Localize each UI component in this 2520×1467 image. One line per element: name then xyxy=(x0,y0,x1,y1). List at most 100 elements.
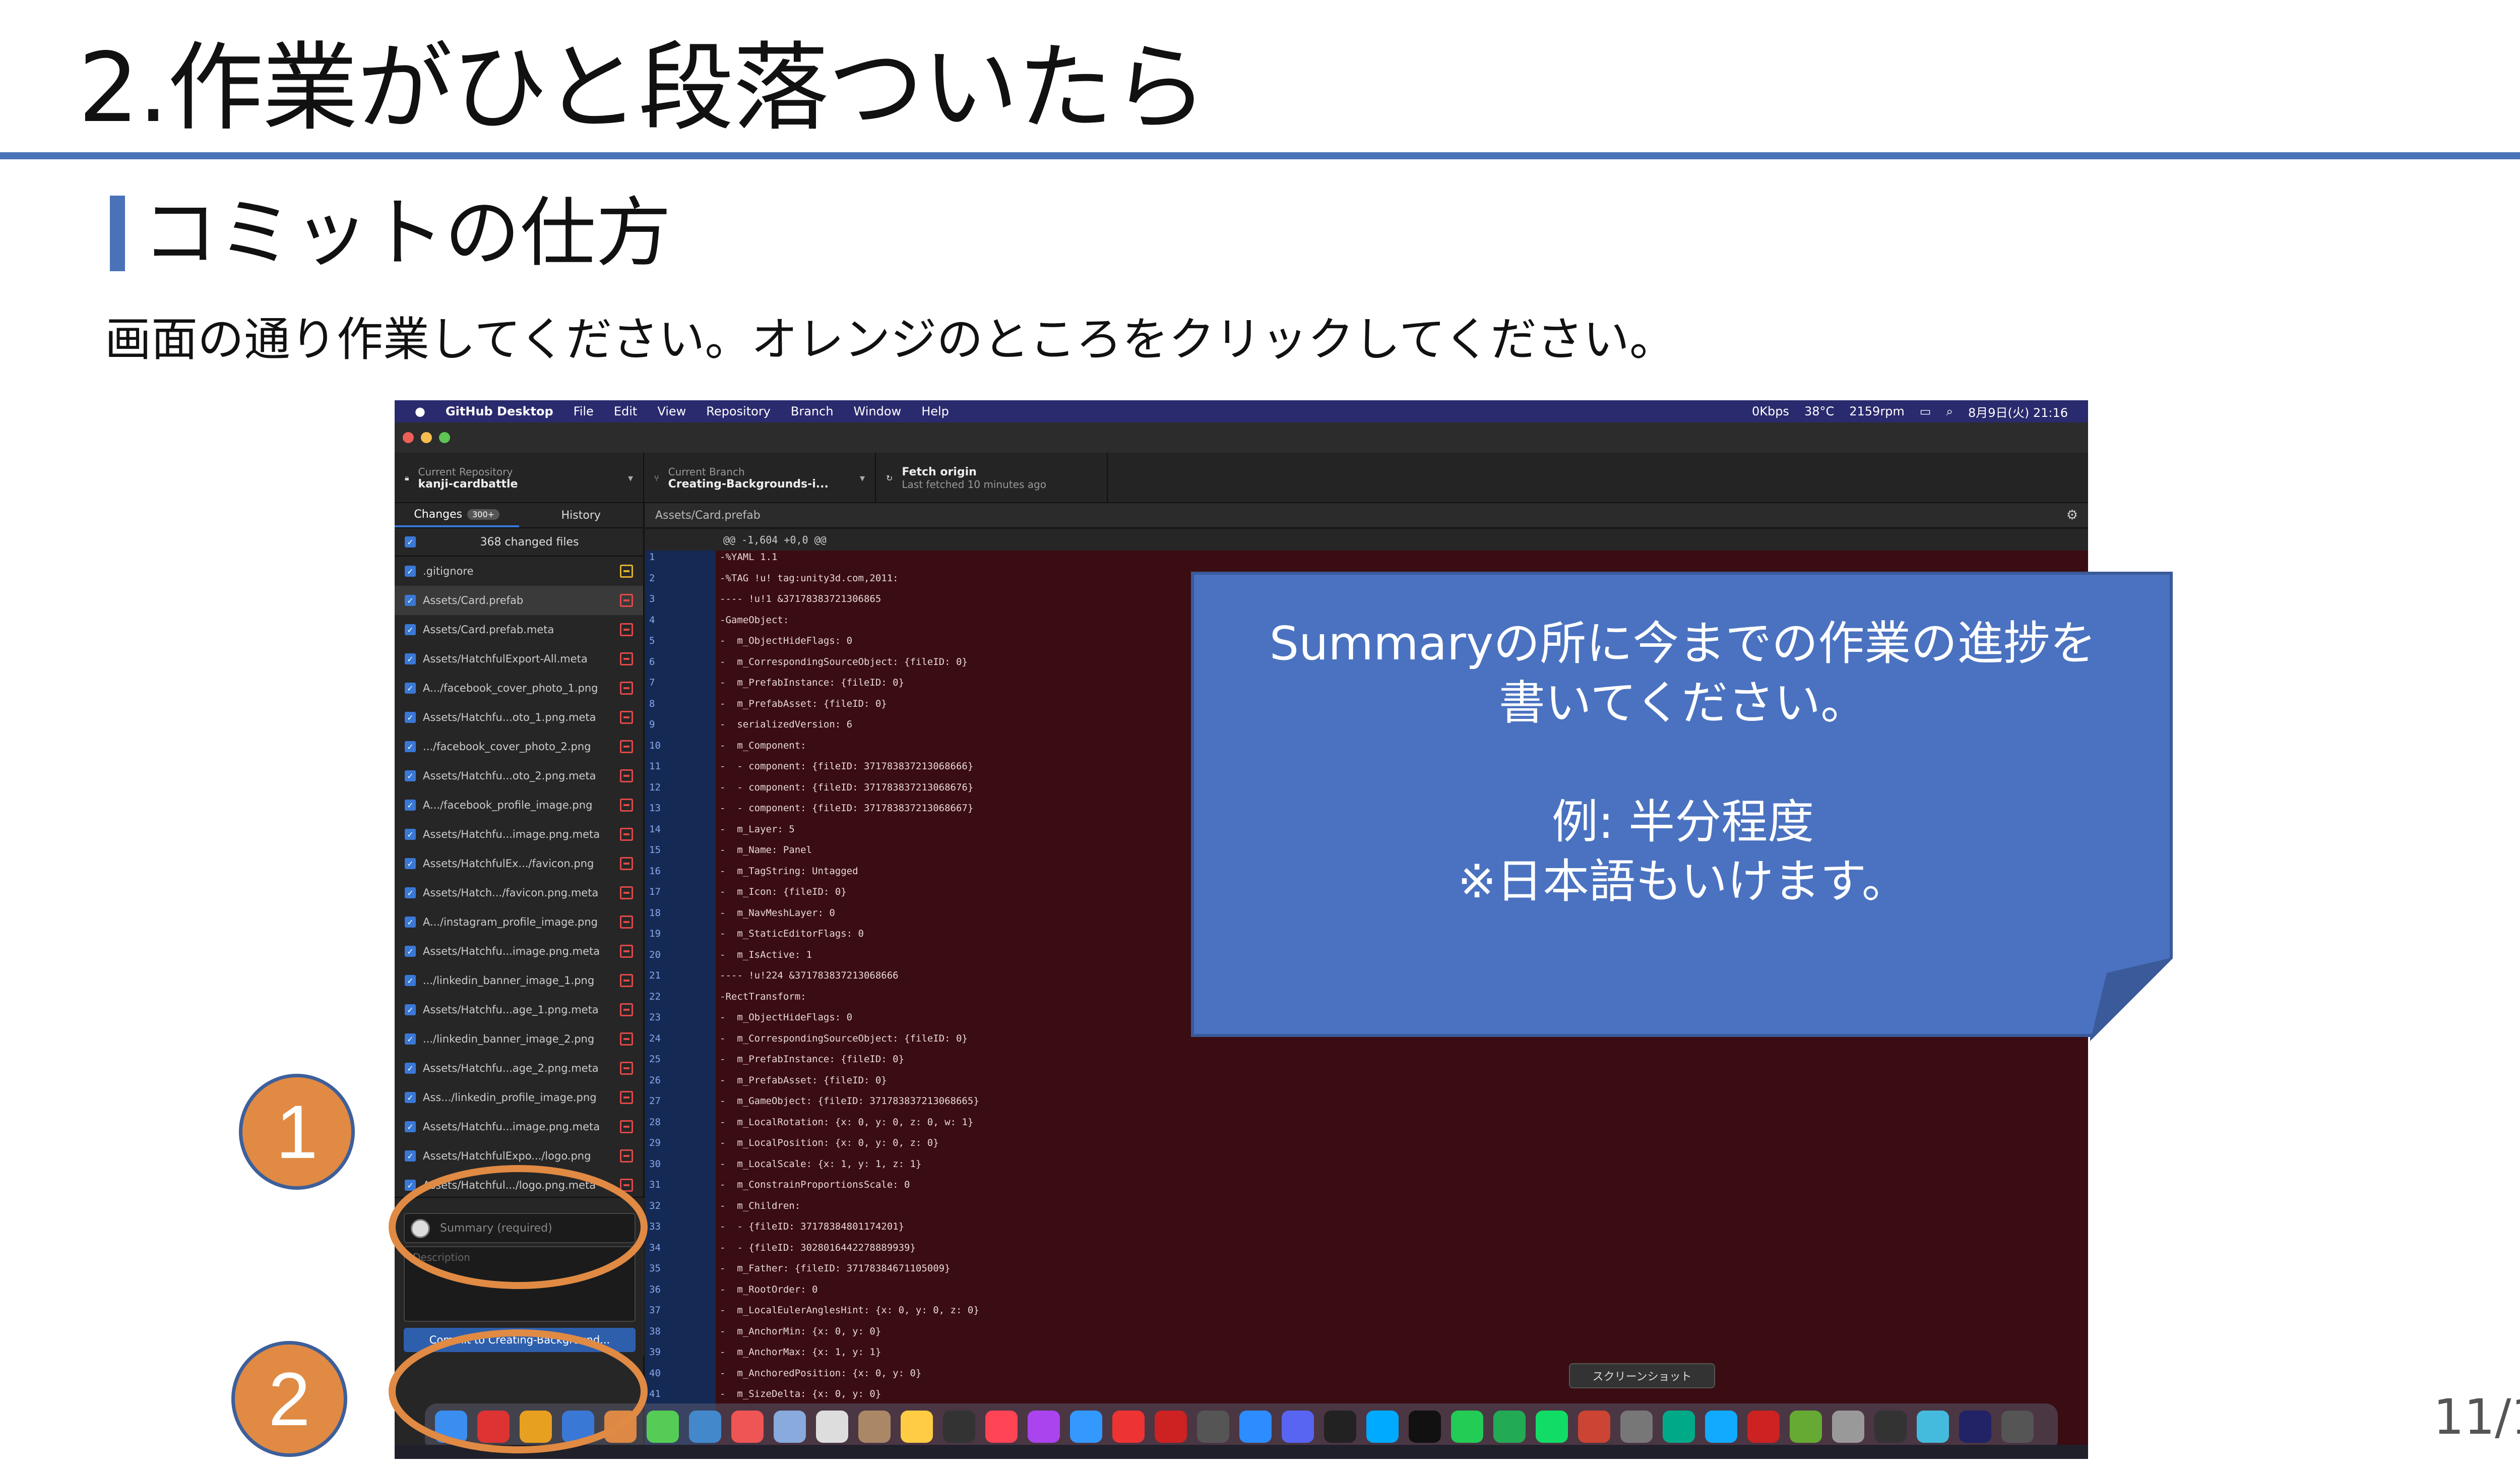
commit-button[interactable]: Commit to Creating-Background... xyxy=(404,1328,636,1352)
dock-app-icon[interactable] xyxy=(1959,1411,1991,1443)
search-icon[interactable]: ⌕ xyxy=(1946,404,1952,418)
file-row[interactable]: ✓ Ass.../linkedin_profile_image.png xyxy=(395,1083,643,1112)
file-checkbox[interactable]: ✓ xyxy=(405,1092,416,1103)
dock-app-icon[interactable] xyxy=(858,1411,891,1443)
file-checkbox[interactable]: ✓ xyxy=(405,1033,416,1045)
dock-app-icon[interactable] xyxy=(774,1411,806,1443)
dock-app-icon[interactable] xyxy=(943,1411,975,1443)
file-checkbox[interactable]: ✓ xyxy=(405,916,416,928)
file-row[interactable]: ✓ A.../facebook_cover_photo_1.png xyxy=(395,674,643,703)
file-checkbox[interactable]: ✓ xyxy=(405,946,416,957)
file-row[interactable]: ✓ Assets/HatchfulExpo.../logo.png xyxy=(395,1141,643,1171)
file-checkbox[interactable]: ✓ xyxy=(405,712,416,723)
file-row[interactable]: ✓ A.../instagram_profile_image.png xyxy=(395,907,643,937)
file-row[interactable]: ✓ Assets/Card.prefab xyxy=(395,586,643,615)
dock-app-icon[interactable] xyxy=(689,1411,721,1443)
dock-app-icon[interactable] xyxy=(1747,1411,1780,1443)
file-row[interactable]: ✓ .../linkedin_banner_image_1.png xyxy=(395,966,643,995)
file-row[interactable]: ✓ Assets/Hatchfu...age_1.png.meta xyxy=(395,995,643,1024)
file-row[interactable]: ✓ A.../facebook_profile_image.png xyxy=(395,790,643,820)
dock-app-icon[interactable] xyxy=(477,1411,510,1443)
file-checkbox[interactable]: ✓ xyxy=(405,683,416,694)
file-row[interactable]: ✓ .../facebook_cover_photo_2.png xyxy=(395,732,643,761)
file-checkbox[interactable]: ✓ xyxy=(405,595,416,606)
file-checkbox[interactable]: ✓ xyxy=(405,858,416,869)
dock-app-icon[interactable] xyxy=(1705,1411,1737,1443)
description-input[interactable]: Description xyxy=(404,1246,636,1322)
dock-app-icon[interactable] xyxy=(1536,1411,1568,1443)
file-checkbox[interactable]: ✓ xyxy=(405,1004,416,1015)
file-row[interactable]: ✓ Assets/HatchfulExport-All.meta xyxy=(395,644,643,674)
file-row[interactable]: ✓ Assets/Hatchfu...image.png.meta xyxy=(395,937,643,966)
file-checkbox[interactable]: ✓ xyxy=(405,770,416,781)
file-checkbox[interactable]: ✓ xyxy=(405,887,416,898)
dock-app-icon[interactable] xyxy=(816,1411,848,1443)
menubar-clock[interactable]: 8月9日(火) 21:16 xyxy=(1968,403,2068,420)
minimize-window-button[interactable] xyxy=(421,432,432,443)
file-row[interactable]: ✓ Assets/Hatch.../favicon.png.meta xyxy=(395,878,643,907)
tab-changes[interactable]: Changes 300+ xyxy=(395,503,519,527)
dock-app-icon[interactable] xyxy=(1790,1411,1822,1443)
file-checkbox[interactable]: ✓ xyxy=(405,1150,416,1162)
dock-app-icon[interactable] xyxy=(1028,1411,1060,1443)
dock-app-icon[interactable] xyxy=(1832,1411,1864,1443)
summary-input[interactable]: Summary (required) xyxy=(404,1213,636,1243)
dock-app-icon[interactable] xyxy=(1070,1411,1102,1443)
file-row[interactable]: ✓ Assets/Hatchfu...image.png.meta xyxy=(395,1112,643,1141)
dock-app-icon[interactable] xyxy=(1409,1411,1441,1443)
dock-app-icon[interactable] xyxy=(1917,1411,1949,1443)
dock-app-icon[interactable] xyxy=(562,1411,594,1443)
dock-app-icon[interactable] xyxy=(1112,1411,1145,1443)
file-row[interactable]: ✓ Assets/Hatchful.../logo.png.meta xyxy=(395,1171,643,1200)
current-repository-button[interactable]: 🔒︎ Current Repository kanji-cardbattle ▾ xyxy=(395,453,644,503)
close-window-button[interactable] xyxy=(403,432,414,443)
menubar-app-name[interactable]: GitHub Desktop xyxy=(446,404,553,418)
file-checkbox[interactable]: ✓ xyxy=(405,829,416,840)
maximize-window-button[interactable] xyxy=(439,432,450,443)
file-checkbox[interactable]: ✓ xyxy=(405,1180,416,1191)
dock-app-icon[interactable] xyxy=(647,1411,679,1443)
gear-icon[interactable]: ⚙ xyxy=(2066,508,2078,523)
fetch-origin-button[interactable]: ↻ Fetch origin Last fetched 10 minutes a… xyxy=(876,453,1108,503)
file-row[interactable]: ✓ Assets/Hatchfu...image.png.meta xyxy=(395,820,643,849)
file-checkbox[interactable]: ✓ xyxy=(405,800,416,811)
file-checkbox[interactable]: ✓ xyxy=(405,975,416,986)
file-row[interactable]: ✓ Assets/Card.prefab.meta xyxy=(395,615,643,644)
apple-icon[interactable]: ● xyxy=(415,404,425,418)
menu-edit[interactable]: Edit xyxy=(614,404,637,418)
dock-app-icon[interactable] xyxy=(985,1411,1018,1443)
dock-app-icon[interactable] xyxy=(1578,1411,1610,1443)
dock-app-icon[interactable] xyxy=(1663,1411,1695,1443)
file-row[interactable]: ✓ Assets/Hatchfu...oto_2.png.meta xyxy=(395,761,643,790)
dock-app-icon[interactable] xyxy=(1451,1411,1483,1443)
menu-window[interactable]: Window xyxy=(854,404,902,418)
file-checkbox[interactable]: ✓ xyxy=(405,653,416,664)
dock-app-icon[interactable] xyxy=(604,1411,637,1443)
dock-app-icon[interactable] xyxy=(1239,1411,1272,1443)
dock-app-icon[interactable] xyxy=(520,1411,552,1443)
dock-app-icon[interactable] xyxy=(731,1411,764,1443)
menu-help[interactable]: Help xyxy=(921,404,949,418)
dock-app-icon[interactable] xyxy=(1874,1411,1907,1443)
file-row[interactable]: ✓ Assets/Hatchfu...oto_1.png.meta xyxy=(395,703,643,732)
file-checkbox[interactable]: ✓ xyxy=(405,1121,416,1132)
file-checkbox[interactable]: ✓ xyxy=(405,566,416,577)
select-all-checkbox[interactable]: ✓ xyxy=(405,536,416,547)
dock-app-icon[interactable] xyxy=(435,1411,467,1443)
tab-history[interactable]: History xyxy=(519,503,644,527)
file-checkbox[interactable]: ✓ xyxy=(405,741,416,752)
dock-app-icon[interactable] xyxy=(1282,1411,1314,1443)
dock-app-icon[interactable] xyxy=(1197,1411,1229,1443)
file-row[interactable]: ✓ Assets/HatchfulEx.../favicon.png xyxy=(395,849,643,878)
file-checkbox[interactable]: ✓ xyxy=(405,1063,416,1074)
menu-branch[interactable]: Branch xyxy=(791,404,834,418)
dock-app-icon[interactable] xyxy=(901,1411,933,1443)
current-branch-button[interactable]: ⑂ Current Branch Creating-Backgrounds-i.… xyxy=(644,453,876,503)
menu-file[interactable]: File xyxy=(574,404,594,418)
file-checkbox[interactable]: ✓ xyxy=(405,624,416,635)
dock-app-icon[interactable] xyxy=(1620,1411,1653,1443)
dock-app-icon[interactable] xyxy=(1324,1411,1356,1443)
battery-icon[interactable]: ▭ xyxy=(1920,404,1931,418)
dock-app-icon[interactable] xyxy=(2001,1411,2034,1443)
menu-repository[interactable]: Repository xyxy=(706,404,771,418)
